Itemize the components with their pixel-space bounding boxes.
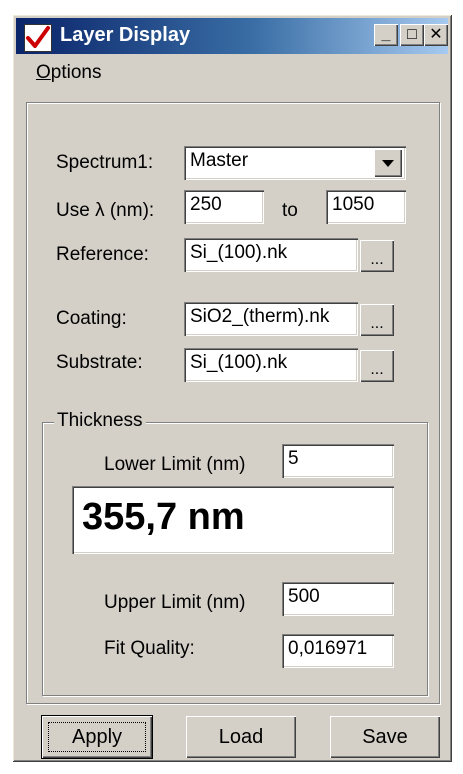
upper-limit-input[interactable]: 500 <box>282 582 394 616</box>
chevron-down-icon[interactable] <box>374 149 402 177</box>
spectrum-value: Master <box>190 150 249 171</box>
focus-indicator <box>48 722 146 752</box>
menu-options[interactable]: Options <box>36 62 101 84</box>
reference-label: Reference: <box>56 244 149 265</box>
close-button[interactable]: ✕ <box>424 24 448 46</box>
maximize-button[interactable]: □ <box>400 24 424 46</box>
substrate-browse-button[interactable]: ... <box>360 350 394 382</box>
use-lambda-label: Use λ (nm): <box>56 200 155 221</box>
checkmark-icon <box>24 24 52 52</box>
reference-input[interactable]: Si_(100).nk <box>184 238 358 272</box>
lambda-from-input[interactable]: 250 <box>184 190 264 224</box>
lambda-to-input[interactable]: 1050 <box>326 190 406 224</box>
coating-label: Coating: <box>56 308 127 329</box>
substrate-label: Substrate: <box>56 352 143 373</box>
fit-quality-label: Fit Quality: <box>104 638 195 659</box>
fit-quality-value: 0,016971 <box>282 634 394 668</box>
to-label: to <box>282 200 298 221</box>
layer-display-window: Layer Display _ □ ✕ Options Spectrum1: M… <box>12 14 452 762</box>
lower-limit-input[interactable]: 5 <box>282 444 394 478</box>
menu-bar: Options <box>16 58 448 88</box>
thickness-group-label: Thickness <box>54 410 146 432</box>
coating-input[interactable]: SiO2_(therm).nk <box>184 302 358 336</box>
window-title: Layer Display <box>60 24 191 46</box>
lower-limit-label: Lower Limit (nm) <box>104 454 246 475</box>
title-bar[interactable]: Layer Display _ □ ✕ <box>16 18 448 54</box>
spectrum-label: Spectrum1: <box>56 152 154 173</box>
save-button[interactable]: Save <box>330 716 440 758</box>
reference-browse-button[interactable]: ... <box>360 240 394 272</box>
spectrum-select[interactable]: Master <box>184 146 406 180</box>
apply-button[interactable]: Apply <box>42 716 152 758</box>
upper-limit-label: Upper Limit (nm) <box>104 592 246 613</box>
thickness-result: 355,7 nm <box>72 486 394 554</box>
coating-browse-button[interactable]: ... <box>360 304 394 336</box>
load-button[interactable]: Load <box>186 716 296 758</box>
minimize-button[interactable]: _ <box>374 24 398 46</box>
substrate-input[interactable]: Si_(100).nk <box>184 348 358 382</box>
